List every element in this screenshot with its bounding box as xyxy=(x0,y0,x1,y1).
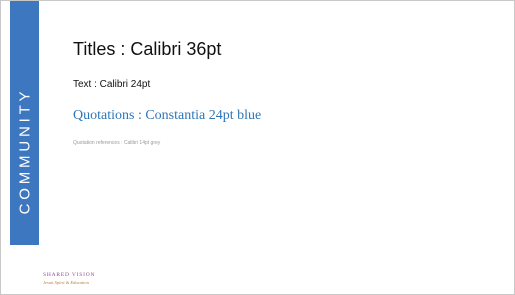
slide-title: Titles : Calibri 36pt xyxy=(73,39,222,59)
logo-tagline: Jesuit Spirit & Education xyxy=(43,279,89,285)
quotation-text: Quotations : Constantia 24pt blue xyxy=(73,108,262,123)
quotation-reference: Quotation references : Calibri 14pt grey xyxy=(73,140,161,146)
brand-logo: SHARED VISION Jesuit Spirit & Education xyxy=(43,272,96,285)
logo-wordmark: SHARED VISION xyxy=(43,272,96,278)
body-text: Text : Calibri 24pt xyxy=(73,79,151,90)
slide: COMMUNITY Titles : Calibri 36pt Text : C… xyxy=(0,0,515,295)
sidebar: COMMUNITY xyxy=(10,1,39,245)
sidebar-label: COMMUNITY xyxy=(16,87,33,215)
